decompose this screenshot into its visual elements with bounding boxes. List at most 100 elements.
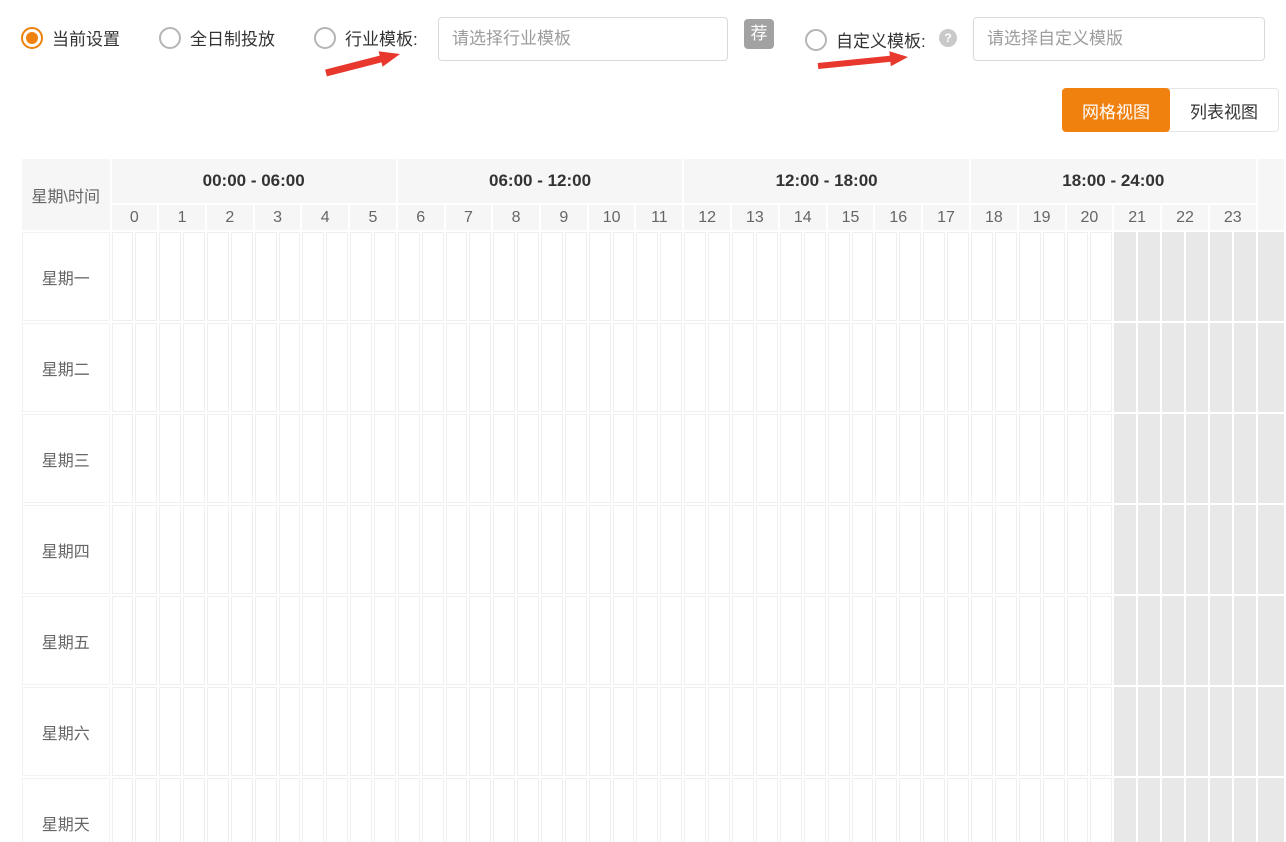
schedule-cell[interactable] bbox=[852, 596, 874, 685]
schedule-cell[interactable] bbox=[660, 323, 682, 412]
schedule-cell[interactable] bbox=[374, 414, 396, 503]
schedule-cell[interactable] bbox=[183, 414, 205, 503]
schedule-cell[interactable] bbox=[541, 778, 563, 842]
schedule-cell[interactable] bbox=[231, 505, 253, 594]
schedule-cell[interactable] bbox=[422, 505, 444, 594]
schedule-cell[interactable] bbox=[112, 232, 134, 321]
day-label[interactable]: 星期二 bbox=[22, 323, 110, 412]
schedule-cell[interactable] bbox=[1162, 323, 1184, 412]
schedule-cell[interactable] bbox=[279, 414, 301, 503]
schedule-cell[interactable] bbox=[1067, 232, 1089, 321]
schedule-cell[interactable] bbox=[756, 687, 778, 776]
schedule-cell[interactable] bbox=[398, 778, 420, 842]
schedule-cell[interactable] bbox=[517, 323, 539, 412]
schedule-cell[interactable] bbox=[899, 232, 921, 321]
schedule-cell[interactable] bbox=[1090, 323, 1112, 412]
schedule-cell[interactable] bbox=[1186, 596, 1208, 685]
schedule-cell[interactable] bbox=[589, 596, 611, 685]
schedule-cell[interactable] bbox=[517, 778, 539, 842]
schedule-cell[interactable] bbox=[636, 778, 658, 842]
schedule-cell[interactable] bbox=[1114, 323, 1136, 412]
schedule-cell[interactable] bbox=[565, 778, 587, 842]
schedule-cell[interactable] bbox=[1210, 505, 1232, 594]
schedule-cell[interactable] bbox=[828, 323, 850, 412]
schedule-cell[interactable] bbox=[852, 505, 874, 594]
schedule-cell[interactable] bbox=[732, 323, 754, 412]
schedule-cell[interactable] bbox=[207, 414, 229, 503]
schedule-cell[interactable] bbox=[780, 505, 802, 594]
schedule-cell[interactable] bbox=[613, 596, 635, 685]
schedule-cell[interactable] bbox=[1210, 596, 1232, 685]
schedule-cell[interactable] bbox=[183, 596, 205, 685]
schedule-cell[interactable] bbox=[231, 232, 253, 321]
schedule-cell[interactable] bbox=[1043, 323, 1065, 412]
schedule-cell[interactable] bbox=[493, 778, 515, 842]
schedule-cell[interactable] bbox=[708, 505, 730, 594]
schedule-cell[interactable] bbox=[828, 505, 850, 594]
schedule-cell[interactable] bbox=[589, 687, 611, 776]
schedule-cell[interactable] bbox=[207, 778, 229, 842]
hour-header[interactable]: 14 bbox=[780, 205, 826, 230]
schedule-cell[interactable] bbox=[183, 232, 205, 321]
schedule-cell[interactable] bbox=[923, 505, 945, 594]
schedule-cell[interactable] bbox=[302, 687, 324, 776]
schedule-cell[interactable] bbox=[995, 323, 1017, 412]
schedule-cell[interactable] bbox=[852, 323, 874, 412]
schedule-cell[interactable] bbox=[852, 414, 874, 503]
schedule-cell[interactable] bbox=[1114, 414, 1136, 503]
schedule-cell[interactable] bbox=[732, 687, 754, 776]
schedule-cell[interactable] bbox=[589, 232, 611, 321]
schedule-cell[interactable] bbox=[1019, 323, 1041, 412]
schedule-cell[interactable] bbox=[971, 778, 993, 842]
schedule-cell[interactable] bbox=[1067, 414, 1089, 503]
schedule-cell[interactable] bbox=[565, 596, 587, 685]
schedule-cell[interactable] bbox=[565, 687, 587, 776]
schedule-cell[interactable] bbox=[1186, 414, 1208, 503]
schedule-cell[interactable] bbox=[1162, 687, 1184, 776]
hour-header[interactable]: 5 bbox=[350, 205, 396, 230]
schedule-cell[interactable] bbox=[660, 687, 682, 776]
schedule-cell[interactable] bbox=[541, 505, 563, 594]
schedule-cell[interactable] bbox=[207, 596, 229, 685]
schedule-cell[interactable] bbox=[1210, 778, 1232, 842]
schedule-cell[interactable] bbox=[1043, 596, 1065, 685]
schedule-cell[interactable] bbox=[493, 596, 515, 685]
schedule-cell[interactable] bbox=[1114, 687, 1136, 776]
schedule-cell[interactable] bbox=[446, 687, 468, 776]
schedule-cell[interactable] bbox=[756, 232, 778, 321]
schedule-cell[interactable] bbox=[1162, 505, 1184, 594]
schedule-cell[interactable] bbox=[350, 323, 372, 412]
schedule-cell[interactable] bbox=[780, 414, 802, 503]
schedule-cell[interactable] bbox=[398, 505, 420, 594]
schedule-cell[interactable] bbox=[804, 323, 826, 412]
hour-header[interactable]: 9 bbox=[541, 205, 587, 230]
schedule-cell[interactable] bbox=[589, 323, 611, 412]
schedule-cell[interactable] bbox=[398, 596, 420, 685]
schedule-cell[interactable] bbox=[828, 687, 850, 776]
schedule-cell[interactable] bbox=[446, 505, 468, 594]
schedule-cell[interactable] bbox=[350, 687, 372, 776]
schedule-cell[interactable] bbox=[947, 596, 969, 685]
schedule-cell[interactable] bbox=[374, 596, 396, 685]
hour-header[interactable]: 0 bbox=[112, 205, 158, 230]
schedule-cell[interactable] bbox=[684, 596, 706, 685]
schedule-cell[interactable] bbox=[422, 232, 444, 321]
hour-header[interactable]: 2 bbox=[207, 205, 253, 230]
schedule-cell[interactable] bbox=[159, 505, 181, 594]
schedule-cell[interactable] bbox=[947, 232, 969, 321]
schedule-cell[interactable] bbox=[159, 414, 181, 503]
schedule-cell[interactable] bbox=[326, 596, 348, 685]
schedule-cell[interactable] bbox=[684, 323, 706, 412]
schedule-cell[interactable] bbox=[1186, 687, 1208, 776]
schedule-cell[interactable] bbox=[398, 232, 420, 321]
schedule-cell[interactable] bbox=[732, 596, 754, 685]
schedule-cell[interactable] bbox=[780, 778, 802, 842]
schedule-cell[interactable] bbox=[517, 505, 539, 594]
schedule-cell[interactable] bbox=[923, 687, 945, 776]
schedule-cell[interactable] bbox=[899, 687, 921, 776]
schedule-cell[interactable] bbox=[1234, 596, 1256, 685]
schedule-cell[interactable] bbox=[732, 778, 754, 842]
schedule-cell[interactable] bbox=[708, 414, 730, 503]
schedule-cell[interactable] bbox=[446, 778, 468, 842]
hour-header[interactable]: 20 bbox=[1067, 205, 1113, 230]
